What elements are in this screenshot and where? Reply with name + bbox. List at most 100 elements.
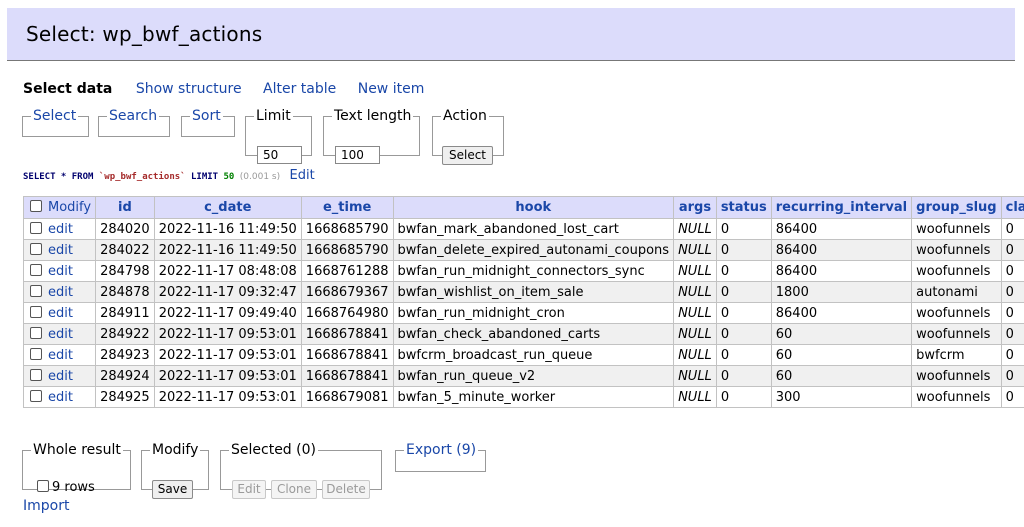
modify-header-label: Modify [48,200,92,215]
cell-group-slug: woofunnels [911,260,1002,282]
row-modify-cell: edit [22,281,97,303]
cell-status: 0 [715,323,772,345]
clone-button[interactable]: Clone [271,480,317,499]
cell-status: 0 [715,302,772,324]
cell-group-slug: woofunnels [911,323,1002,345]
column-header-hook[interactable]: hook [392,196,675,219]
row-checkbox[interactable] [30,305,42,318]
sort-link[interactable]: Sort [192,108,221,124]
column-header-group-slug[interactable]: group_slug [911,196,1002,219]
cell-group-slug: woofunnels [911,302,1002,324]
row-edit-link[interactable]: edit [48,306,73,321]
cell-e-time: 1668764980 [300,302,394,324]
page-title: Select: wp_bwf_actions [26,22,263,46]
cell-status: 0 [715,281,772,303]
row-checkbox[interactable] [30,389,42,402]
row-edit-link[interactable]: edit [48,285,73,300]
select-all-checkbox[interactable] [30,200,42,212]
nav-alter-table[interactable]: Alter table [263,81,336,97]
selected-legend: Selected (0) [231,442,316,458]
nav-select-data: Select data [23,81,113,97]
row-checkbox[interactable] [30,263,42,276]
delete-button[interactable]: Delete [322,480,370,499]
cell-id: 284022 [95,239,155,261]
table-header-row: Modify id c_date e_time hook args status… [22,196,1024,219]
cell-claim-id: 0 [1000,344,1024,366]
row-edit-link[interactable]: edit [48,222,73,237]
search-link[interactable]: Search [109,108,157,124]
whole-result-option[interactable]: 9 rows [37,480,95,495]
row-edit-link[interactable]: edit [48,390,73,405]
row-modify-cell: edit [22,323,97,345]
cell-claim-id: 0 [1000,302,1024,324]
column-header-claim-id[interactable]: claim_id [1000,196,1024,219]
export-link[interactable]: Export (9) [406,442,476,458]
cell-claim-id: 0 [1000,323,1024,345]
row-checkbox[interactable] [30,221,42,234]
import-link[interactable]: Import [23,498,69,514]
row-modify-cell: edit [22,386,97,408]
cell-e-time: 1668679367 [300,281,394,303]
edit-selected-button[interactable]: Edit [232,480,266,499]
row-edit-link[interactable]: edit [48,327,73,342]
nav-new-item[interactable]: New item [358,81,425,97]
nav-show-structure[interactable]: Show structure [136,81,242,97]
cell-group-slug: woofunnels [911,365,1002,387]
text-length-input[interactable]: 100 [335,146,380,164]
column-header-c-date[interactable]: c_date [153,196,302,219]
row-checkbox[interactable] [30,326,42,339]
cell-c-date: 2022-11-17 09:53:01 [153,386,302,408]
row-checkbox[interactable] [30,368,42,381]
column-header-recurring-interval[interactable]: recurring_interval [770,196,913,219]
row-edit-link[interactable]: edit [48,264,73,279]
row-checkbox[interactable] [30,284,42,297]
modify-legend: Modify [152,442,199,458]
cell-args: NULL [673,218,717,240]
column-header-id[interactable]: id [95,196,155,219]
cell-recurring-interval: 60 [770,344,913,366]
row-edit-link[interactable]: edit [48,369,73,384]
table-row: edit 284020 2022-11-16 11:49:50 1668685790 b… [22,218,1024,240]
limit-input[interactable]: 50 [257,146,302,164]
nav-links: Select data Show structure Alter table N… [23,81,424,97]
cell-group-slug: bwfcrm [911,344,1002,366]
cell-c-date: 2022-11-17 09:53:01 [153,344,302,366]
text-length-fieldset: Text length 100 [323,108,420,164]
cell-e-time: 1668678841 [300,344,394,366]
column-header-status[interactable]: status [715,196,772,219]
cell-args: NULL [673,302,717,324]
row-modify-cell: edit [22,365,97,387]
column-header-e-time[interactable]: e_time [300,196,394,219]
edit-query-link[interactable]: Edit [290,168,315,183]
cell-hook: bwfan_check_abandoned_carts [392,323,675,345]
cell-group-slug: autonami [911,281,1002,303]
column-header-args[interactable]: args [673,196,717,219]
row-modify-cell: edit [22,218,97,240]
text-length-legend: Text length [334,108,412,124]
table-row: edit 284923 2022-11-17 09:53:01 1668678841 b… [22,344,1024,366]
row-edit-link[interactable]: edit [48,243,73,258]
table-row: edit 284878 2022-11-17 09:32:47 1668679367 b… [22,281,1024,303]
row-edit-link[interactable]: edit [48,348,73,363]
select-columns-link[interactable]: Select [33,108,76,124]
whole-result-checkbox[interactable] [37,480,49,492]
cell-c-date: 2022-11-16 11:49:50 [153,239,302,261]
cell-group-slug: woofunnels [911,386,1002,408]
select-button[interactable]: Select [442,146,493,165]
cell-hook: bwfan_run_queue_v2 [392,365,675,387]
cell-c-date: 2022-11-17 09:49:40 [153,302,302,324]
rows-count-label: 9 rows [52,480,95,495]
row-checkbox[interactable] [30,347,42,360]
modify-header: Modify [22,196,97,219]
sql-limit-keyword: LIMIT [191,172,219,182]
cell-args: NULL [673,281,717,303]
cell-c-date: 2022-11-17 08:48:08 [153,260,302,282]
row-checkbox[interactable] [30,242,42,255]
save-button[interactable]: Save [152,480,193,499]
cell-args: NULL [673,323,717,345]
cell-e-time: 1668679081 [300,386,394,408]
cell-id: 284911 [95,302,155,324]
cell-hook: bwfcrm_broadcast_run_queue [392,344,675,366]
limit-legend: Limit [256,108,291,124]
cell-args: NULL [673,365,717,387]
